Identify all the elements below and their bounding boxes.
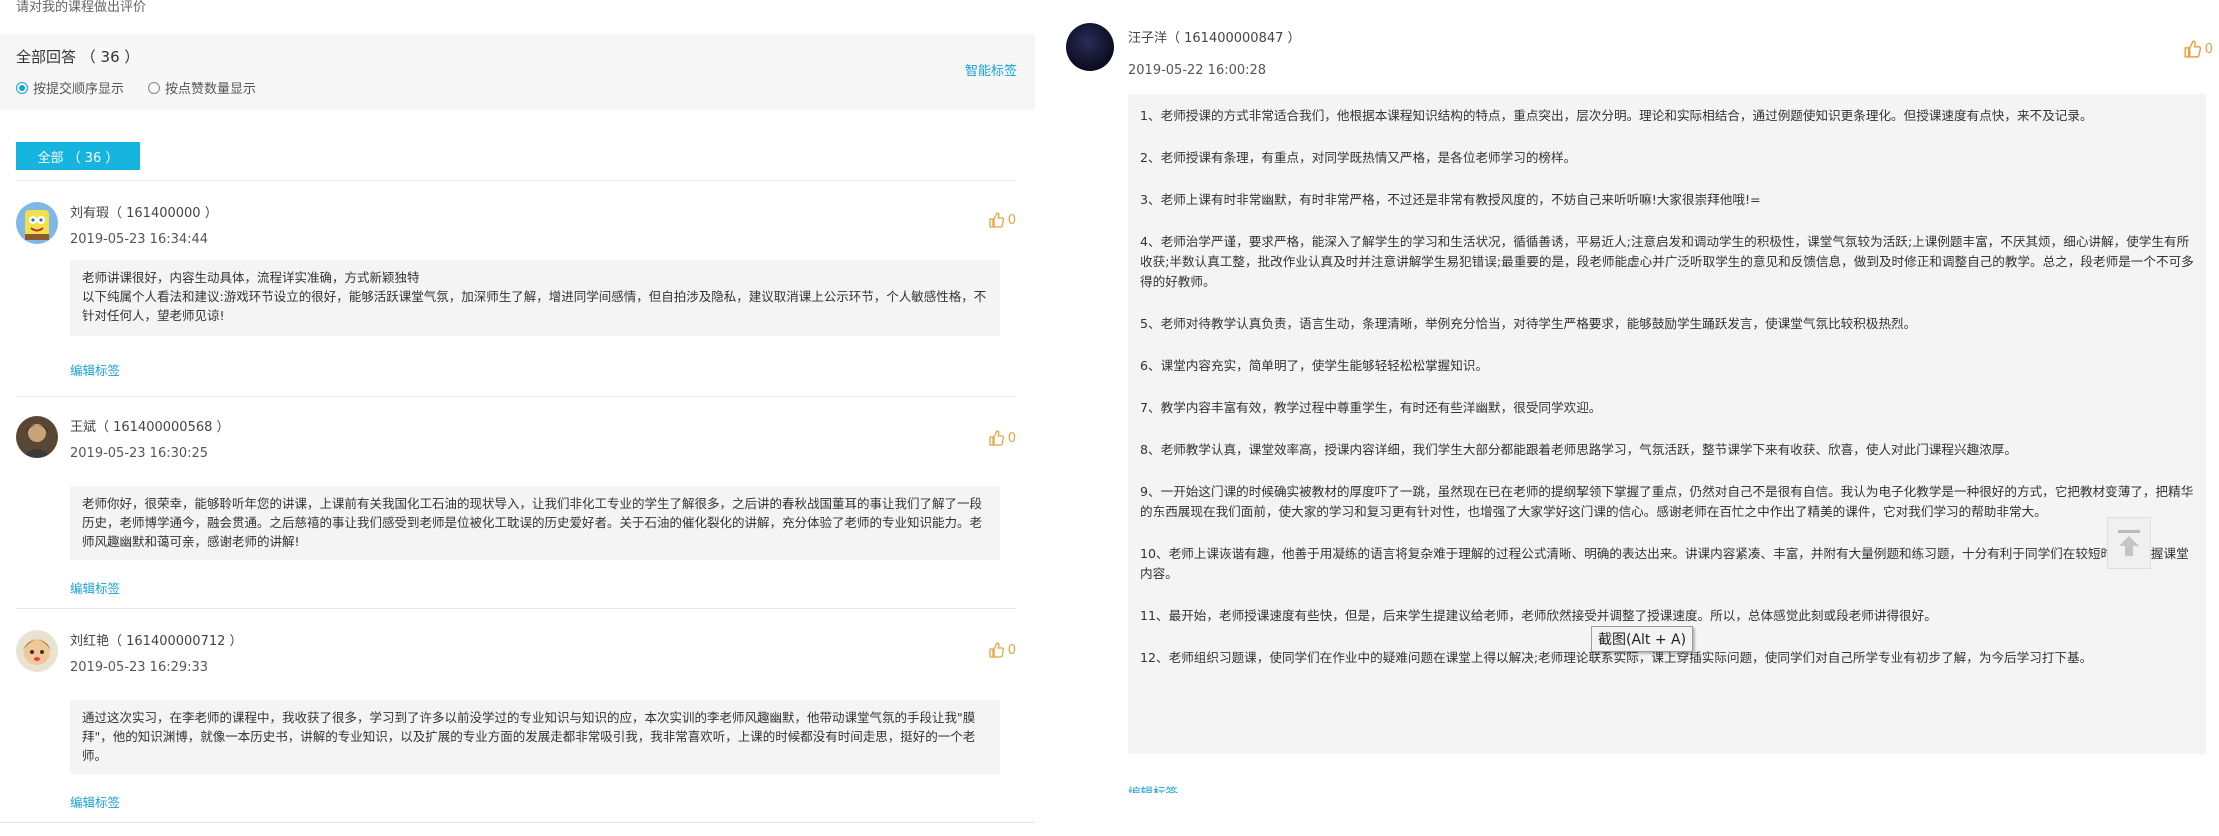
- comment-item: 刘红艳（ 161400000712 ） 2019-05-23 16:29:33 …: [16, 630, 1016, 820]
- sort-by-likes-label: 按点赞数量显示: [165, 82, 257, 97]
- sort-by-submit-option[interactable]: 按提交顺序显示: [16, 78, 124, 97]
- comment-paragraph: 9、一开始这门课的时候确实被教材的厚度吓了一跳，虽然现在已在老师的提纲挈领下掌握…: [1140, 484, 2194, 519]
- commenter-name: 王斌（ 161400000568 ）: [70, 420, 230, 435]
- avatar: [16, 630, 58, 672]
- commenter-name: 刘有瑕（ 161400000 ）: [70, 206, 218, 221]
- comment-text: 通过这次实习，在李老师的课程中，我收获了很多，学习到了许多以前没学过的专业知识与…: [70, 700, 1000, 774]
- like-button[interactable]: 0: [988, 642, 1016, 658]
- radio-unchecked-icon[interactable]: [148, 81, 160, 94]
- comment-date: 2019-05-23 16:34:44: [70, 232, 209, 247]
- edit-tag-link[interactable]: 编辑标签: [70, 360, 120, 379]
- comment-date: 2019-05-23 16:29:33: [70, 660, 209, 675]
- comment-paragraph: 4、老师治学严谨，要求严格，能深入了解学生的学习和生活状况，循循善诱，平易近人;…: [1140, 234, 2194, 289]
- comment-item: 刘有瑕（ 161400000 ） 2019-05-23 16:34:44 0 老…: [16, 202, 1016, 392]
- like-button[interactable]: 0: [2183, 40, 2213, 58]
- all-answers-count: 全部回答 （ 36 ）: [16, 48, 140, 66]
- divider: [16, 608, 1016, 609]
- edit-tag-link[interactable]: 编辑标签: [1128, 786, 1178, 793]
- comment-paragraph: 3、老师上课有时非常幽默，有时非常严格，不过还是非常有教授风度的，不妨自己来听听…: [1140, 192, 1761, 207]
- comment-item: 王斌（ 161400000568 ） 2019-05-23 16:30:25 0…: [16, 416, 1016, 606]
- sort-by-submit-label: 按提交顺序显示: [33, 82, 125, 97]
- comment-paragraph: 5、老师对待教学认真负责，语言生动，条理清晰，举例充分恰当，对待学生严格要求，能…: [1140, 316, 1917, 331]
- sort-by-likes-option[interactable]: 按点赞数量显示: [148, 78, 256, 97]
- avatar: [16, 202, 58, 244]
- like-count: 0: [2204, 41, 2213, 57]
- thumbs-up-icon: [989, 642, 1004, 658]
- comment-paragraph: 11、最开始，老师授课速度有些快，但是，后来学生提建议给老师，老师欣然接受并调整…: [1140, 608, 1937, 623]
- thumbs-up-icon: [989, 430, 1004, 446]
- comment-date: 2019-05-22 16:00:28: [1128, 63, 1267, 78]
- commenter-name: 汪子洋（ 161400000847 ）: [1128, 31, 1301, 46]
- thumbs-up-icon: [2184, 40, 2201, 58]
- like-count: 0: [1007, 430, 1016, 446]
- smart-tag-link[interactable]: 智能标签: [965, 60, 1017, 79]
- like-button[interactable]: 0: [988, 212, 1016, 228]
- divider: [16, 180, 1016, 181]
- question-prompt: 请对我的课程做出评价: [16, 0, 147, 15]
- radio-checked-icon[interactable]: [16, 81, 28, 94]
- avatar: [16, 416, 58, 458]
- avatar: [1066, 23, 1114, 71]
- divider: [16, 396, 1016, 397]
- comment-paragraph: 1、老师授课的方式非常适合我们，他根据本课程知识结构的特点，重点突出，层次分明。…: [1140, 108, 2093, 123]
- comment-paragraph: 2、老师授课有条理，有重点，对同学既热情又严格，是各位老师学习的榜样。: [1140, 150, 1577, 165]
- divider: [0, 822, 1035, 823]
- comment-text: 老师讲课很好，内容生动具体，流程详实准确，方式新颖独特 以下纯属个人看法和建议:…: [70, 260, 1000, 336]
- right-panel: 汪子洋（ 161400000847 ） 2019-05-22 16:00:28 …: [1055, 0, 2219, 836]
- comment-text: 1、老师授课的方式非常适合我们，他根据本课程知识结构的特点，重点突出，层次分明。…: [1128, 94, 2206, 754]
- screenshot-tooltip: 截图(Alt + A): [1591, 626, 1694, 652]
- comment-paragraph: 10、老师上课诙谐有趣，他善于用凝练的语言将复杂难于理解的过程公式清晰、明确的表…: [1140, 546, 2189, 581]
- comment-text: 老师你好，很荣幸，能够聆听年您的讲课，上课前有关我国化工石油的现状导入，让我们非…: [70, 486, 1000, 560]
- edit-tag-link[interactable]: 编辑标签: [70, 792, 120, 811]
- arrow-up-icon: [2118, 530, 2140, 556]
- thumbs-up-icon: [989, 212, 1004, 228]
- comment-paragraph: 7、教学内容丰富有效，教学过程中尊重学生，有时还有些洋幽默，很受同学欢迎。: [1140, 400, 1602, 415]
- left-panel: 请对我的课程做出评价 全部回答 （ 36 ） 按提交顺序显示 按点赞数量显示 智…: [0, 0, 1035, 836]
- comment-paragraph: 6、课堂内容充实，简单明了，使学生能够轻轻松松掌握知识。: [1140, 358, 1489, 373]
- comment-paragraph: 8、老师教学认真，课堂效率高，授课内容详细，我们学生大部分都能跟着老师思路学习，…: [1140, 442, 2017, 457]
- edit-tag-link[interactable]: 编辑标签: [70, 578, 120, 597]
- back-to-top-button[interactable]: [2107, 517, 2151, 569]
- filter-all-button[interactable]: 全部 （ 36 ）: [16, 142, 140, 170]
- commenter-name: 刘红艳（ 161400000712 ）: [70, 634, 243, 649]
- answer-summary-box: 全部回答 （ 36 ） 按提交顺序显示 按点赞数量显示 智能标签: [0, 34, 1035, 110]
- comment-date: 2019-05-23 16:30:25: [70, 446, 209, 461]
- like-count: 0: [1007, 212, 1016, 228]
- like-button[interactable]: 0: [988, 430, 1016, 446]
- like-count: 0: [1007, 642, 1016, 658]
